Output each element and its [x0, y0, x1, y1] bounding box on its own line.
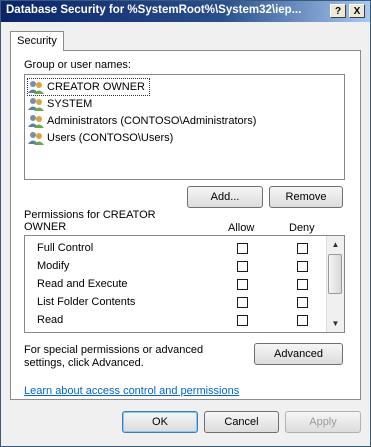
permission-row: List Folder Contents	[25, 294, 328, 312]
group-list-item[interactable]: SYSTEM	[28, 96, 96, 112]
allow-checkbox[interactable]	[237, 279, 248, 290]
user-group-icon	[28, 131, 44, 146]
permission-row: Read	[25, 312, 328, 330]
dialog-window: Database Security for %SystemRoot%\Syste…	[0, 0, 371, 447]
add-button[interactable]: Add...	[187, 186, 263, 208]
remove-button[interactable]: Remove	[269, 186, 343, 208]
deny-checkbox[interactable]	[297, 243, 308, 254]
permission-name: Read and Execute	[37, 278, 128, 290]
scroll-up-arrow-icon[interactable]: ▲	[327, 236, 344, 253]
permission-name: Full Control	[37, 242, 94, 254]
group-names-label: Group or user names:	[24, 59, 131, 71]
apply-button[interactable]: Apply	[285, 411, 361, 433]
help-button[interactable]: ?	[330, 4, 346, 18]
deny-checkbox[interactable]	[297, 279, 308, 290]
scroll-thumb[interactable]	[328, 254, 342, 294]
scroll-down-arrow-icon[interactable]: ▼	[327, 315, 344, 332]
deny-column-header: Deny	[289, 222, 315, 234]
allow-checkbox[interactable]	[237, 315, 248, 326]
allow-column-header: Allow	[228, 222, 255, 234]
deny-checkbox[interactable]	[297, 315, 308, 326]
group-list-item-label: Administrators (CONTOSO\Administrators)	[47, 115, 257, 128]
permission-name: Modify	[37, 260, 70, 272]
window-title: Database Security for %SystemRoot%\Syste…	[6, 4, 302, 16]
group-list-item-label: SYSTEM	[47, 98, 93, 111]
user-group-icon	[28, 114, 44, 129]
deny-checkbox[interactable]	[297, 261, 308, 272]
permissions-scrollbar[interactable]: ▲ ▼	[326, 236, 344, 332]
permission-name: List Folder Contents	[37, 296, 136, 308]
allow-checkbox[interactable]	[237, 261, 248, 272]
group-list-item[interactable]: CREATOR OWNER	[27, 78, 150, 96]
permission-row: Full Control	[25, 240, 328, 258]
group-list-item[interactable]: Administrators (CONTOSO\Administrators)	[28, 113, 260, 129]
group-user-list[interactable]: CREATOR OWNER SYSTEM Administrators (CONTO…	[24, 74, 345, 180]
title-bar[interactable]: Database Security for %SystemRoot%\Syste…	[1, 1, 370, 22]
cancel-button[interactable]: Cancel	[204, 411, 279, 433]
group-list-item-label: CREATOR OWNER	[47, 81, 145, 94]
advanced-help-text: For special permissions or advanced sett…	[24, 344, 204, 369]
group-list-item-label: Users (CONTOSO\Users)	[47, 132, 174, 145]
tab-security[interactable]: Security	[10, 31, 64, 51]
allow-checkbox[interactable]	[237, 243, 248, 254]
permissions-list[interactable]: ▲ ▼ Full Control Modify Read and Execute Li…	[24, 235, 345, 333]
ok-button[interactable]: OK	[122, 411, 198, 433]
user-group-icon	[28, 97, 44, 112]
permission-name: Read	[37, 314, 64, 326]
advanced-button[interactable]: Advanced	[254, 343, 343, 365]
permission-row: Modify	[25, 258, 328, 276]
group-list-item[interactable]: Users (CONTOSO\Users)	[28, 130, 177, 146]
access-control-help-link[interactable]: Learn about access control and permissio…	[24, 385, 239, 397]
user-group-icon	[28, 80, 44, 95]
permission-row: Read and Execute	[25, 276, 328, 294]
allow-checkbox[interactable]	[237, 297, 248, 308]
close-button[interactable]: X	[349, 4, 365, 18]
permissions-for-label: Permissions for CREATOR OWNER	[24, 209, 156, 233]
deny-checkbox[interactable]	[297, 297, 308, 308]
